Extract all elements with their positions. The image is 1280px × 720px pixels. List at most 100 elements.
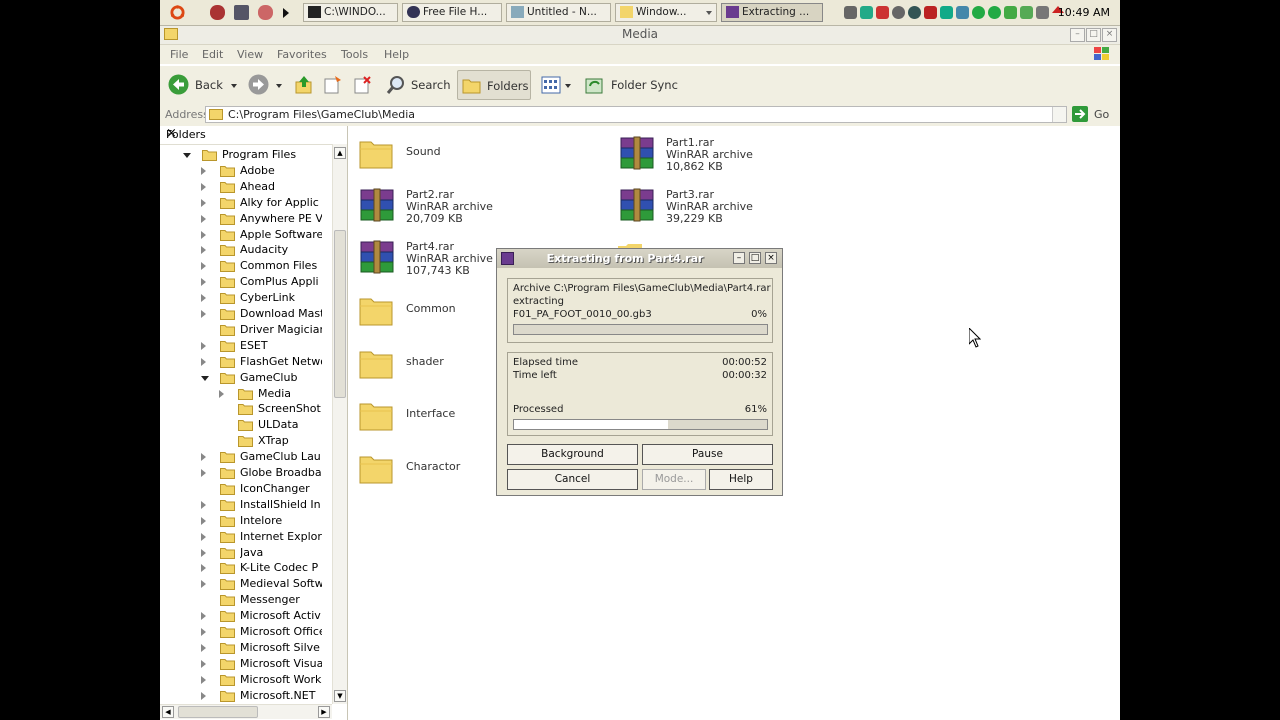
- expand-icon[interactable]: [201, 469, 206, 477]
- expand-icon[interactable]: [201, 659, 206, 668]
- archive-file-item[interactable]: Part4.rar WinRAR archive 107,743 KB: [358, 238, 508, 278]
- expand-icon[interactable]: [201, 198, 206, 207]
- headset-icon[interactable]: [258, 5, 273, 20]
- expand-icon[interactable]: [201, 691, 206, 700]
- scroll-down-button[interactable]: ▼: [334, 690, 346, 702]
- scrollbar-thumb[interactable]: [334, 230, 346, 398]
- address-input[interactable]: C:\Program Files\GameClub\Media: [205, 106, 1067, 123]
- expand-icon[interactable]: [201, 166, 206, 175]
- collapse-icon[interactable]: [183, 153, 191, 158]
- folder-item[interactable]: Sound: [358, 134, 508, 174]
- dialog-maximize-button[interactable]: □: [749, 252, 761, 264]
- expand-icon[interactable]: [201, 230, 206, 239]
- shield-icon[interactable]: [924, 6, 937, 19]
- expand-icon[interactable]: [201, 357, 206, 366]
- window-titlebar[interactable]: Media – □ ×: [160, 26, 1120, 45]
- search-button[interactable]: Search: [386, 70, 452, 100]
- tray-app-icon[interactable]: [876, 6, 889, 19]
- network-icon[interactable]: [844, 6, 857, 19]
- folder-item[interactable]: Charactor: [358, 449, 508, 489]
- task-freefile[interactable]: Free File H...: [402, 3, 502, 22]
- expand-icon[interactable]: [201, 453, 206, 462]
- tray-app-icon[interactable]: [1004, 6, 1017, 19]
- tray-app-icon[interactable]: [956, 6, 969, 19]
- archive-file-item[interactable]: Part3.rar WinRAR archive 39,229 KB: [618, 186, 768, 226]
- tray-app-icon[interactable]: [892, 6, 905, 19]
- copy-to-button[interactable]: [322, 70, 344, 100]
- address-dropdown-button[interactable]: [1052, 107, 1066, 122]
- mode-button[interactable]: Mode...: [642, 469, 706, 490]
- expand-icon[interactable]: [201, 628, 206, 636]
- expand-icon[interactable]: [201, 532, 206, 541]
- task-notepad[interactable]: Untitled - N...: [506, 3, 611, 22]
- menu-favorites[interactable]: Favorites: [277, 48, 327, 61]
- collapse-icon[interactable]: [201, 375, 209, 381]
- scrollbar-thumb[interactable]: [178, 706, 258, 718]
- tray-app-icon[interactable]: [972, 6, 985, 19]
- views-button[interactable]: [541, 70, 573, 100]
- folder-item[interactable]: shader: [358, 344, 508, 384]
- task-extracting[interactable]: Extracting ...: [721, 3, 823, 22]
- minimize-button[interactable]: –: [1070, 28, 1085, 42]
- folder-tree-vertical-scrollbar[interactable]: ▲ ▼: [332, 144, 347, 704]
- menu-help[interactable]: Help: [384, 48, 409, 61]
- desktop-icon[interactable]: [234, 5, 249, 20]
- go-button[interactable]: Go: [1094, 108, 1109, 121]
- scroll-up-button[interactable]: ▲: [334, 147, 346, 159]
- expand-icon[interactable]: [201, 643, 206, 652]
- quicklaunch-more-icon[interactable]: [283, 8, 289, 18]
- ubuntu-logo-icon[interactable]: [170, 5, 185, 20]
- folder-sync-button[interactable]: Folder Sync: [585, 70, 685, 100]
- delete-button[interactable]: [352, 70, 374, 100]
- expand-icon[interactable]: [201, 500, 206, 509]
- tray-app-icon[interactable]: [988, 6, 1001, 19]
- expand-icon[interactable]: [201, 182, 206, 191]
- archive-file-item[interactable]: Part2.rar WinRAR archive 20,709 KB: [358, 186, 508, 226]
- go-arrow-icon[interactable]: [1072, 106, 1088, 122]
- back-button[interactable]: Back: [168, 70, 242, 100]
- tools-icon[interactable]: [1036, 6, 1049, 19]
- expand-icon[interactable]: [201, 262, 206, 271]
- dialog-titlebar[interactable]: Extracting from Part4.rar – □ ×: [497, 249, 782, 268]
- tray-app-icon[interactable]: [908, 6, 921, 19]
- expand-icon[interactable]: [201, 214, 206, 223]
- folders-button[interactable]: Folders: [457, 70, 531, 100]
- expand-icon[interactable]: [219, 389, 224, 398]
- expand-icon[interactable]: [201, 612, 206, 621]
- background-button[interactable]: Background: [507, 444, 638, 465]
- forward-button[interactable]: [248, 70, 284, 100]
- scroll-left-button[interactable]: ◀: [162, 706, 174, 718]
- expand-icon[interactable]: [201, 564, 206, 573]
- up-folder-button[interactable]: [294, 70, 314, 100]
- archive-file-item[interactable]: Part1.rar WinRAR archive 10,862 KB: [618, 134, 768, 174]
- expand-icon[interactable]: [201, 294, 206, 303]
- close-folders-pane-button[interactable]: ×: [166, 126, 339, 141]
- cancel-button[interactable]: Cancel: [507, 469, 638, 490]
- scroll-right-button[interactable]: ▶: [318, 706, 330, 718]
- close-button[interactable]: ×: [1102, 28, 1117, 42]
- task-cmd[interactable]: C:\WINDO...: [303, 3, 398, 22]
- tray-app-icon[interactable]: [940, 6, 953, 19]
- menu-tools[interactable]: Tools: [341, 48, 368, 61]
- tray-app-icon[interactable]: [860, 6, 873, 19]
- menu-edit[interactable]: Edit: [202, 48, 223, 61]
- expand-icon[interactable]: [201, 278, 206, 287]
- expand-icon[interactable]: [201, 548, 206, 557]
- help-button[interactable]: Help: [709, 469, 773, 490]
- clock[interactable]: 10:49 AM: [1058, 6, 1110, 19]
- task-window[interactable]: Window...: [615, 3, 717, 22]
- menu-file[interactable]: File: [170, 48, 188, 61]
- dialog-minimize-button[interactable]: –: [733, 252, 745, 264]
- dialog-close-button[interactable]: ×: [765, 252, 777, 264]
- pause-button[interactable]: Pause: [642, 444, 773, 465]
- folder-item[interactable]: Common: [358, 291, 508, 331]
- expand-icon[interactable]: [201, 310, 206, 318]
- tray-app-icon[interactable]: [1020, 6, 1033, 19]
- expand-icon[interactable]: [201, 580, 206, 589]
- maximize-button[interactable]: □: [1086, 28, 1101, 42]
- expand-icon[interactable]: [201, 675, 206, 684]
- folder-item[interactable]: Interface: [358, 396, 508, 436]
- folder-tree-horizontal-scrollbar[interactable]: ◀ ▶: [160, 704, 332, 719]
- menu-view[interactable]: View: [237, 48, 263, 61]
- expand-icon[interactable]: [201, 516, 206, 525]
